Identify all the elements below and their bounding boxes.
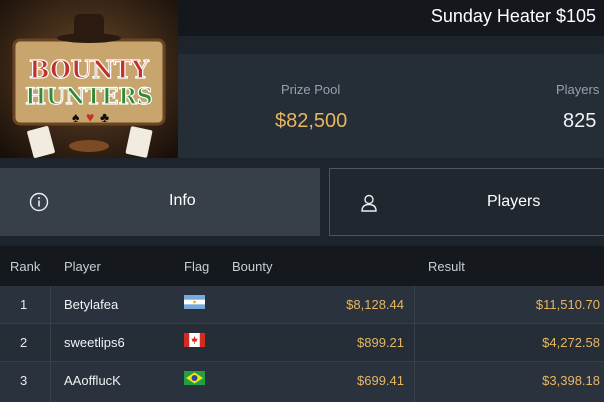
column-header-player[interactable]: Player bbox=[64, 259, 101, 274]
bounty-hunters-logo: BOUNTY HUNTERS ♠ ♥ ♣ bbox=[0, 0, 178, 158]
prize-pool-label: Prize Pool bbox=[281, 82, 341, 97]
row-result: $4,272.58 bbox=[542, 335, 600, 350]
row-result: $11,510.70 bbox=[535, 297, 600, 312]
table-row[interactable]: 2 sweetlips6 $899.21 $4,272.58 bbox=[0, 324, 604, 362]
logo-text-hunters: HUNTERS bbox=[25, 84, 152, 110]
row-rank: 1 bbox=[20, 297, 28, 312]
club-icon: ♣ bbox=[100, 109, 109, 125]
row-rank: 3 bbox=[20, 373, 28, 388]
players-table-header: Rank Player Flag Bounty Result bbox=[0, 246, 604, 286]
spade-icon: ♠ bbox=[72, 109, 80, 125]
players-count-value: 825 bbox=[563, 110, 597, 132]
table-row[interactable]: 3 AAofflucK $699.41 $3,398.18 bbox=[0, 362, 604, 402]
row-bounty: $899.21 bbox=[357, 335, 404, 350]
column-header-result[interactable]: Result bbox=[428, 259, 465, 274]
stats-panel: Prize Pool $82,500 Players 825 bbox=[178, 54, 604, 158]
info-circle-icon bbox=[29, 192, 49, 212]
logo-graphic: BOUNTY HUNTERS ♠ ♥ ♣ bbox=[0, 0, 178, 158]
row-player-name[interactable]: AAofflucK bbox=[64, 373, 121, 388]
row-bounty: $699.41 bbox=[357, 373, 404, 388]
tab-info-label: Info bbox=[169, 192, 196, 209]
row-rank: 2 bbox=[20, 335, 28, 350]
players-count-label: Players bbox=[556, 82, 600, 97]
canada-flag-icon bbox=[184, 333, 205, 347]
brazil-flag-icon bbox=[184, 371, 205, 385]
row-player-name[interactable]: Betylafea bbox=[64, 297, 118, 312]
heart-icon: ♥ bbox=[86, 109, 94, 125]
column-header-bounty[interactable]: Bounty bbox=[232, 259, 272, 274]
column-header-flag[interactable]: Flag bbox=[184, 259, 209, 274]
table-row[interactable]: 1 Betylafea $8,128.44 $11,510.70 bbox=[0, 286, 604, 324]
column-header-rank[interactable]: Rank bbox=[10, 259, 40, 274]
row-result: $3,398.18 bbox=[542, 373, 600, 388]
logo-text-bounty: BOUNTY bbox=[29, 55, 149, 84]
tab-info[interactable]: Info bbox=[0, 168, 320, 236]
row-player-name[interactable]: sweetlips6 bbox=[64, 335, 125, 350]
spacer bbox=[0, 158, 604, 168]
tab-players[interactable]: Players bbox=[329, 168, 604, 236]
argentina-flag-icon bbox=[184, 295, 205, 309]
tab-players-label: Players bbox=[487, 193, 541, 210]
tournament-title: Sunday Heater $105 bbox=[430, 6, 596, 26]
user-icon bbox=[361, 194, 377, 212]
row-bounty: $8,128.44 bbox=[346, 297, 404, 312]
prize-pool-value: $82,500 bbox=[275, 110, 348, 132]
